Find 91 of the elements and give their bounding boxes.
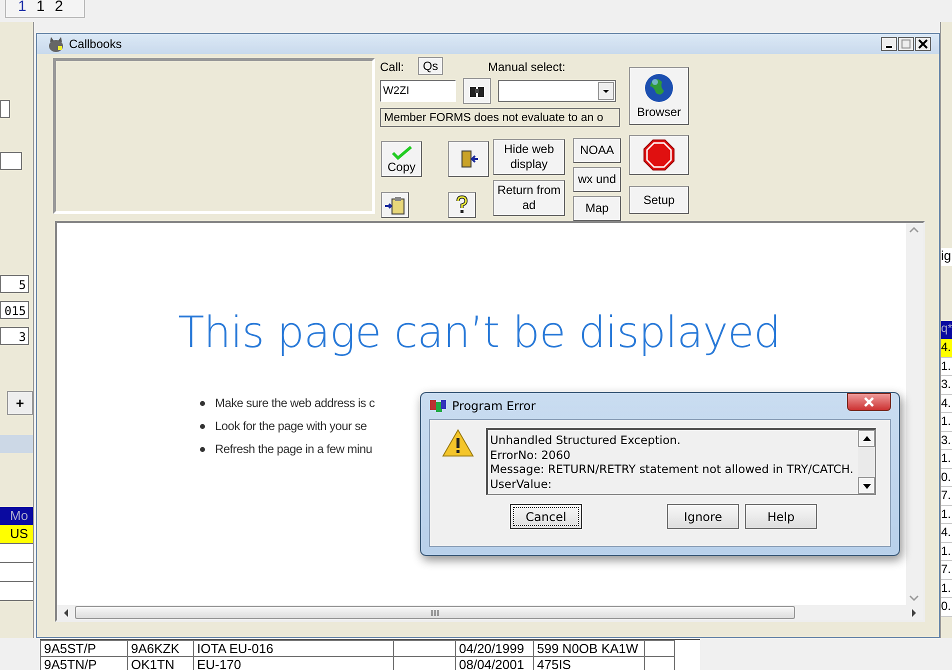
table-cell: 9A6KZK — [128, 640, 194, 656]
app-icon — [47, 36, 65, 52]
tab-label[interactable]: 1 — [18, 0, 26, 17]
qs-button[interactable]: Qs — [418, 56, 444, 74]
table-cell: 1. — [941, 580, 952, 598]
table-cell: 0. — [941, 598, 952, 616]
table-cell: 9A5TN/P — [40, 656, 128, 670]
table-cell: 1. — [941, 413, 952, 432]
text-field[interactable]: 3 — [0, 327, 29, 345]
error-message-line: UserValue: — [490, 476, 553, 491]
manual-select-label: Manual select: — [488, 60, 566, 74]
text-field[interactable]: 015 — [0, 301, 29, 319]
paste-button[interactable] — [381, 192, 409, 218]
label: ig — [941, 248, 952, 266]
text-field[interactable]: 5 — [0, 275, 29, 293]
clipboard-icon — [384, 195, 406, 215]
text-field[interactable] — [0, 100, 10, 118]
manual-select-dropdown[interactable] — [498, 80, 616, 102]
table-cell: 1. — [941, 542, 952, 561]
tab-label[interactable]: 1 — [36, 0, 45, 17]
error-message-line: Message: RETURN/RETRY statement not allowed in TRY/CATCH. — [490, 462, 854, 476]
warning-icon — [442, 428, 474, 458]
table-cell: 4. — [941, 339, 952, 358]
dialog-button[interactable]: Cancel — [510, 504, 582, 529]
column-header: Mo — [0, 507, 33, 525]
copy-button[interactable]: Copy — [381, 141, 422, 177]
table-cell: 1. — [941, 506, 952, 524]
vertical-scrollbar[interactable] — [906, 223, 923, 605]
maximize-icon — [901, 39, 911, 49]
suggestion-text: Make sure the web address is c — [215, 396, 375, 410]
map-button[interactable]: Map — [573, 196, 621, 221]
table-cell: 4. — [941, 394, 952, 413]
globe-icon — [644, 72, 674, 102]
minimize-button[interactable] — [881, 37, 897, 51]
return-button[interactable]: Return from ad — [493, 180, 565, 216]
error-heading: This page can’t be displayed — [178, 308, 780, 358]
noaa-button[interactable]: NOAA — [573, 138, 621, 163]
question-mark-icon — [454, 195, 470, 215]
close-button[interactable] — [915, 37, 931, 51]
table-cell: 3. — [941, 376, 952, 394]
table-cell: 04/20/1999 — [456, 640, 534, 656]
status-field: Member FORMS does not evaluate to an o — [380, 108, 620, 127]
dialog-button[interactable]: Ignore — [667, 504, 739, 529]
table-row — [0, 544, 33, 563]
call-label: Call: — [380, 60, 404, 74]
call-input[interactable]: W2ZI — [380, 80, 456, 102]
table-row — [0, 582, 33, 601]
add-button[interactable]: + — [7, 391, 33, 415]
table-cell: 1. — [941, 358, 952, 376]
weather-button[interactable]: wx und — [573, 167, 621, 192]
table-cell: 7. — [941, 487, 952, 506]
text-field[interactable] — [0, 152, 22, 170]
stop-button[interactable] — [629, 135, 689, 175]
error-message-line: ErrorNo: 2060 — [490, 448, 572, 462]
table-cell: 0. — [941, 468, 952, 487]
table-cell: 1. — [941, 450, 952, 468]
hide-web-button[interactable]: Hide web display — [493, 139, 565, 175]
exit-button[interactable] — [448, 141, 489, 177]
close-button[interactable] — [847, 393, 891, 411]
dialog-button[interactable]: Help — [745, 504, 817, 529]
suggestion-text: Look for the page with your se — [215, 419, 367, 433]
suggestion-text: Refresh the page in a few minu — [215, 442, 372, 456]
table-cell: 9A5ST/P — [40, 640, 128, 656]
table-cell: IOTA EU-016 — [194, 640, 394, 656]
error-message-line: Unhandled Structured Exception. — [490, 433, 682, 448]
checkmark-icon — [390, 144, 412, 160]
table-cell: 4. — [941, 524, 952, 542]
stop-sign-icon — [643, 139, 675, 171]
grip-icon — [431, 608, 439, 616]
tab-label[interactable]: 2 — [54, 0, 64, 17]
table-cell: 7. — [941, 561, 952, 580]
app-icon — [429, 398, 447, 414]
table-cell: US — [0, 525, 33, 544]
horizontal-scrollbar[interactable] — [57, 605, 923, 620]
setup-button[interactable]: Setup — [629, 186, 689, 214]
door-icon — [458, 149, 478, 169]
help-button[interactable] — [448, 192, 476, 218]
dropdown-arrow-icon — [601, 87, 611, 95]
browser-button[interactable]: Browser — [629, 67, 689, 125]
table-cell: 599 N0OB KA1W — [534, 640, 644, 656]
search-button[interactable] — [463, 78, 491, 104]
close-icon — [863, 396, 875, 408]
close-icon — [918, 39, 928, 49]
window-title: Callbooks — [69, 37, 123, 51]
maximize-button[interactable] — [898, 37, 914, 51]
panel-header — [0, 435, 33, 453]
table-cell: 3. — [941, 432, 952, 450]
column-header: q* — [941, 321, 952, 339]
table-row — [0, 563, 33, 582]
dialog-title: Program Error — [452, 399, 537, 413]
minimize-icon — [886, 46, 892, 48]
